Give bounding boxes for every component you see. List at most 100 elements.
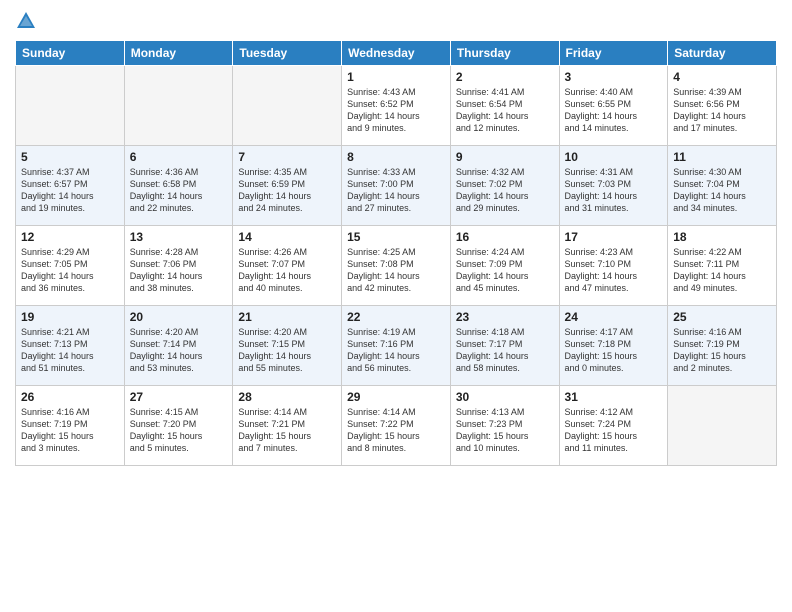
- day-info: Sunrise: 4:13 AM Sunset: 7:23 PM Dayligh…: [456, 406, 554, 455]
- day-info: Sunrise: 4:14 AM Sunset: 7:21 PM Dayligh…: [238, 406, 336, 455]
- day-number: 16: [456, 230, 554, 244]
- day-info: Sunrise: 4:36 AM Sunset: 6:58 PM Dayligh…: [130, 166, 228, 215]
- calendar-week-row: 12 Sunrise: 4:29 AM Sunset: 7:05 PM Dayli…: [16, 226, 777, 306]
- day-number: 11: [673, 150, 771, 164]
- day-info: Sunrise: 4:43 AM Sunset: 6:52 PM Dayligh…: [347, 86, 445, 135]
- page: SundayMondayTuesdayWednesdayThursdayFrid…: [0, 0, 792, 612]
- calendar-day-header: Wednesday: [342, 41, 451, 66]
- day-number: 4: [673, 70, 771, 84]
- day-number: 23: [456, 310, 554, 324]
- day-info: Sunrise: 4:25 AM Sunset: 7:08 PM Dayligh…: [347, 246, 445, 295]
- day-number: 5: [21, 150, 119, 164]
- day-number: 8: [347, 150, 445, 164]
- calendar-day-header: Thursday: [450, 41, 559, 66]
- calendar-cell: [16, 66, 125, 146]
- day-info: Sunrise: 4:37 AM Sunset: 6:57 PM Dayligh…: [21, 166, 119, 215]
- day-number: 7: [238, 150, 336, 164]
- day-number: 25: [673, 310, 771, 324]
- day-info: Sunrise: 4:32 AM Sunset: 7:02 PM Dayligh…: [456, 166, 554, 215]
- calendar-cell: 5 Sunrise: 4:37 AM Sunset: 6:57 PM Daylig…: [16, 146, 125, 226]
- day-number: 22: [347, 310, 445, 324]
- day-info: Sunrise: 4:35 AM Sunset: 6:59 PM Dayligh…: [238, 166, 336, 215]
- calendar-day-header: Friday: [559, 41, 668, 66]
- calendar-cell: 19 Sunrise: 4:21 AM Sunset: 7:13 PM Dayli…: [16, 306, 125, 386]
- day-info: Sunrise: 4:22 AM Sunset: 7:11 PM Dayligh…: [673, 246, 771, 295]
- calendar-day-header: Monday: [124, 41, 233, 66]
- calendar-cell: [233, 66, 342, 146]
- calendar-cell: 20 Sunrise: 4:20 AM Sunset: 7:14 PM Dayli…: [124, 306, 233, 386]
- logo: [15, 10, 40, 32]
- day-info: Sunrise: 4:39 AM Sunset: 6:56 PM Dayligh…: [673, 86, 771, 135]
- calendar-cell: 26 Sunrise: 4:16 AM Sunset: 7:19 PM Dayli…: [16, 386, 125, 466]
- day-number: 13: [130, 230, 228, 244]
- calendar-cell: 6 Sunrise: 4:36 AM Sunset: 6:58 PM Daylig…: [124, 146, 233, 226]
- calendar-cell: 25 Sunrise: 4:16 AM Sunset: 7:19 PM Dayli…: [668, 306, 777, 386]
- calendar-cell: 18 Sunrise: 4:22 AM Sunset: 7:11 PM Dayli…: [668, 226, 777, 306]
- day-info: Sunrise: 4:16 AM Sunset: 7:19 PM Dayligh…: [21, 406, 119, 455]
- calendar-week-row: 19 Sunrise: 4:21 AM Sunset: 7:13 PM Dayli…: [16, 306, 777, 386]
- day-info: Sunrise: 4:21 AM Sunset: 7:13 PM Dayligh…: [21, 326, 119, 375]
- calendar-cell: 8 Sunrise: 4:33 AM Sunset: 7:00 PM Daylig…: [342, 146, 451, 226]
- calendar-cell: 31Sunrise: 4:12 AM Sunset: 7:24 PM Dayli…: [559, 386, 668, 466]
- calendar-week-row: 1 Sunrise: 4:43 AM Sunset: 6:52 PM Daylig…: [16, 66, 777, 146]
- calendar-cell: 4 Sunrise: 4:39 AM Sunset: 6:56 PM Daylig…: [668, 66, 777, 146]
- day-number: 6: [130, 150, 228, 164]
- day-number: 9: [456, 150, 554, 164]
- calendar-cell: 17 Sunrise: 4:23 AM Sunset: 7:10 PM Dayli…: [559, 226, 668, 306]
- calendar-week-row: 26 Sunrise: 4:16 AM Sunset: 7:19 PM Dayli…: [16, 386, 777, 466]
- day-number: 19: [21, 310, 119, 324]
- day-info: Sunrise: 4:40 AM Sunset: 6:55 PM Dayligh…: [565, 86, 663, 135]
- calendar-cell: 29Sunrise: 4:14 AM Sunset: 7:22 PM Dayli…: [342, 386, 451, 466]
- day-info: Sunrise: 4:28 AM Sunset: 7:06 PM Dayligh…: [130, 246, 228, 295]
- calendar-cell: 27Sunrise: 4:15 AM Sunset: 7:20 PM Dayli…: [124, 386, 233, 466]
- calendar-cell: 23 Sunrise: 4:18 AM Sunset: 7:17 PM Dayli…: [450, 306, 559, 386]
- day-number: 21: [238, 310, 336, 324]
- calendar-header-row: SundayMondayTuesdayWednesdayThursdayFrid…: [16, 41, 777, 66]
- day-number: 20: [130, 310, 228, 324]
- day-number: 17: [565, 230, 663, 244]
- day-info: Sunrise: 4:17 AM Sunset: 7:18 PM Dayligh…: [565, 326, 663, 375]
- logo-icon: [15, 10, 37, 32]
- day-info: Sunrise: 4:29 AM Sunset: 7:05 PM Dayligh…: [21, 246, 119, 295]
- day-number: 29: [347, 390, 445, 404]
- day-number: 1: [347, 70, 445, 84]
- day-info: Sunrise: 4:23 AM Sunset: 7:10 PM Dayligh…: [565, 246, 663, 295]
- calendar-cell: [124, 66, 233, 146]
- day-number: 24: [565, 310, 663, 324]
- calendar-cell: 16 Sunrise: 4:24 AM Sunset: 7:09 PM Dayli…: [450, 226, 559, 306]
- calendar-cell: 14Sunrise: 4:26 AM Sunset: 7:07 PM Dayli…: [233, 226, 342, 306]
- day-number: 26: [21, 390, 119, 404]
- calendar-cell: 13 Sunrise: 4:28 AM Sunset: 7:06 PM Dayli…: [124, 226, 233, 306]
- calendar: SundayMondayTuesdayWednesdayThursdayFrid…: [15, 40, 777, 466]
- calendar-cell: 24 Sunrise: 4:17 AM Sunset: 7:18 PM Dayli…: [559, 306, 668, 386]
- day-number: 12: [21, 230, 119, 244]
- calendar-cell: 12 Sunrise: 4:29 AM Sunset: 7:05 PM Dayli…: [16, 226, 125, 306]
- day-info: Sunrise: 4:16 AM Sunset: 7:19 PM Dayligh…: [673, 326, 771, 375]
- day-info: Sunrise: 4:12 AM Sunset: 7:24 PM Dayligh…: [565, 406, 663, 455]
- calendar-cell: 28 Sunrise: 4:14 AM Sunset: 7:21 PM Dayli…: [233, 386, 342, 466]
- day-number: 27: [130, 390, 228, 404]
- calendar-cell: 10Sunrise: 4:31 AM Sunset: 7:03 PM Dayli…: [559, 146, 668, 226]
- day-info: Sunrise: 4:24 AM Sunset: 7:09 PM Dayligh…: [456, 246, 554, 295]
- calendar-cell: 22 Sunrise: 4:19 AM Sunset: 7:16 PM Dayli…: [342, 306, 451, 386]
- day-number: 28: [238, 390, 336, 404]
- day-number: 2: [456, 70, 554, 84]
- calendar-cell: 1 Sunrise: 4:43 AM Sunset: 6:52 PM Daylig…: [342, 66, 451, 146]
- calendar-cell: 11Sunrise: 4:30 AM Sunset: 7:04 PM Dayli…: [668, 146, 777, 226]
- day-info: Sunrise: 4:18 AM Sunset: 7:17 PM Dayligh…: [456, 326, 554, 375]
- calendar-day-header: Saturday: [668, 41, 777, 66]
- day-info: Sunrise: 4:20 AM Sunset: 7:15 PM Dayligh…: [238, 326, 336, 375]
- day-info: Sunrise: 4:19 AM Sunset: 7:16 PM Dayligh…: [347, 326, 445, 375]
- day-number: 18: [673, 230, 771, 244]
- day-number: 10: [565, 150, 663, 164]
- calendar-cell: 9 Sunrise: 4:32 AM Sunset: 7:02 PM Daylig…: [450, 146, 559, 226]
- header: [15, 10, 777, 32]
- calendar-cell: [668, 386, 777, 466]
- calendar-cell: 21 Sunrise: 4:20 AM Sunset: 7:15 PM Dayli…: [233, 306, 342, 386]
- day-info: Sunrise: 4:41 AM Sunset: 6:54 PM Dayligh…: [456, 86, 554, 135]
- day-number: 3: [565, 70, 663, 84]
- day-number: 30: [456, 390, 554, 404]
- day-info: Sunrise: 4:20 AM Sunset: 7:14 PM Dayligh…: [130, 326, 228, 375]
- day-number: 15: [347, 230, 445, 244]
- day-info: Sunrise: 4:33 AM Sunset: 7:00 PM Dayligh…: [347, 166, 445, 215]
